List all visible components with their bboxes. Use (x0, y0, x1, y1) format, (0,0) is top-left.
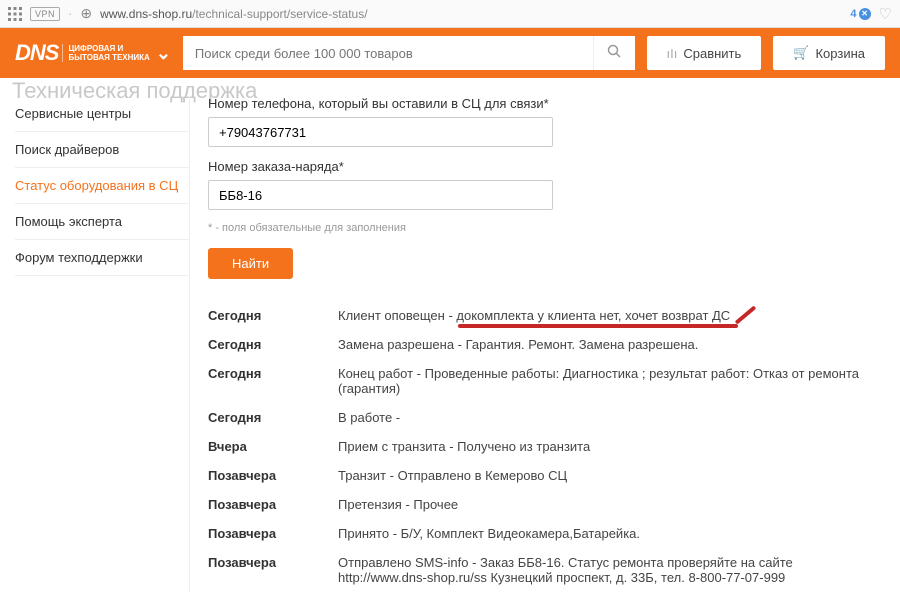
find-button[interactable]: Найти (208, 248, 293, 279)
status-text: Прием с транзита - Получено из транзита (338, 439, 885, 454)
site-header: DNS ЦИФРОВАЯ ИБЫТОВАЯ ТЕХНИКА ⌄ ıIı Срав… (0, 28, 900, 78)
search-icon (607, 44, 622, 59)
main-content: Номер телефона, который вы оставили в СЦ… (190, 96, 885, 592)
search-box (183, 36, 635, 70)
favorite-icon[interactable]: ♡ (879, 5, 892, 23)
logo-subtitle: ЦИФРОВАЯ ИБЫТОВАЯ ТЕХНИКА (62, 44, 149, 62)
status-date: Сегодня (208, 308, 338, 323)
status-text: Конец работ - Проведенные работы: Диагно… (338, 366, 885, 396)
status-row: СегодняКонец работ - Проведенные работы:… (208, 359, 885, 403)
status-date: Позавчера (208, 555, 338, 585)
status-date: Сегодня (208, 366, 338, 396)
required-note: * - поля обязательные для заполнения (208, 222, 885, 234)
logo-text: DNS (15, 40, 58, 66)
sidebar-item[interactable]: Форум техподдержки (15, 240, 189, 276)
status-date: Сегодня (208, 410, 338, 425)
status-date: Вчера (208, 439, 338, 454)
status-row: СегодняКлиент оповещен - докомплекта у к… (208, 301, 885, 330)
status-row: ПозавчераПретензия - Прочее (208, 490, 885, 519)
status-text: В работе - (338, 410, 885, 425)
sidebar-item[interactable]: Поиск драйверов (15, 132, 189, 168)
status-text: Клиент оповещен - докомплекта у клиента … (338, 308, 885, 323)
status-row: СегодняВ работе - (208, 403, 885, 432)
search-input[interactable] (183, 36, 593, 70)
sidebar-item[interactable]: Сервисные центры (15, 96, 189, 132)
status-text: Транзит - Отправлено в Кемерово СЦ (338, 468, 885, 483)
status-row: ПозавчераОтправлено SMS-info - Заказ ББ8… (208, 548, 885, 592)
cart-icon: 🛒 (793, 45, 809, 61)
status-date: Позавчера (208, 497, 338, 512)
status-text: Замена разрешена - Гарантия. Ремонт. Зам… (338, 337, 885, 352)
status-text: Принято - Б/У, Комплект Видеокамера,Бата… (338, 526, 885, 541)
url-display[interactable]: www.dns-shop.ru/technical-support/servic… (100, 7, 842, 21)
globe-icon: ⊕ (80, 5, 92, 22)
phone-input[interactable] (208, 117, 553, 147)
status-text: Отправлено SMS-info - Заказ ББ8-16. Стат… (338, 555, 885, 585)
sidebar-nav: Сервисные центрыПоиск драйверовСтатус об… (15, 96, 190, 592)
dot-separator: · (68, 6, 72, 21)
search-button[interactable] (593, 36, 635, 70)
annotation-mark (735, 305, 757, 324)
status-date: Позавчера (208, 526, 338, 541)
annotation-mark (458, 324, 738, 328)
status-date: Сегодня (208, 337, 338, 352)
sidebar-item[interactable]: Статус оборудования в СЦ (15, 168, 189, 204)
apps-icon[interactable] (8, 7, 22, 21)
compare-button[interactable]: ıIı Сравнить (647, 36, 762, 70)
chevron-down-icon: ⌄ (156, 43, 171, 64)
status-row: СегодняЗамена разрешена - Гарантия. Ремо… (208, 330, 885, 359)
sidebar-item[interactable]: Помощь эксперта (15, 204, 189, 240)
status-row: ПозавчераТранзит - Отправлено в Кемерово… (208, 461, 885, 490)
status-text: Претензия - Прочее (338, 497, 885, 512)
close-tabs-icon: ✕ (859, 8, 871, 20)
tab-count-badge[interactable]: 4✕ (850, 8, 870, 20)
cart-button[interactable]: 🛒 Корзина (773, 36, 885, 70)
order-input[interactable] (208, 180, 553, 210)
status-list: СегодняКлиент оповещен - докомплекта у к… (208, 301, 885, 592)
status-row: ВчераПрием с транзита - Получено из тран… (208, 432, 885, 461)
order-label: Номер заказа-наряда* (208, 159, 885, 174)
status-date: Позавчера (208, 468, 338, 483)
phone-label: Номер телефона, который вы оставили в СЦ… (208, 96, 885, 111)
compare-icon: ıIı (667, 46, 678, 61)
site-logo[interactable]: DNS ЦИФРОВАЯ ИБЫТОВАЯ ТЕХНИКА ⌄ (15, 40, 171, 66)
browser-address-bar: VPN · ⊕ www.dns-shop.ru/technical-suppor… (0, 0, 900, 28)
status-row: ПозавчераПринято - Б/У, Комплект Видеока… (208, 519, 885, 548)
vpn-badge: VPN (30, 7, 60, 21)
